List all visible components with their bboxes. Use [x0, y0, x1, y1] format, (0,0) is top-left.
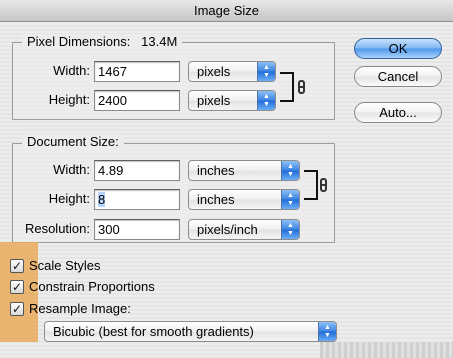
resample-method-value: Bicubic (best for smooth gradients) [53, 324, 254, 339]
pixel-width-unit-popup[interactable]: pixels ▲ ▼ [188, 61, 276, 82]
resolution-value: 300 [98, 222, 120, 237]
doc-width-unit: inches [197, 163, 235, 178]
doc-width-field[interactable]: 4.89 [94, 160, 180, 181]
document-size-title: Document Size: [22, 134, 124, 150]
background-window-edge [320, 342, 453, 358]
pixel-width-label: Width: [53, 63, 90, 78]
pixel-height-field[interactable]: 2400 [94, 90, 180, 111]
pixel-width-value: 1467 [98, 64, 127, 79]
chain-link-icon [320, 178, 327, 192]
constrain-proportions-label: Constrain Proportions [29, 279, 155, 294]
doc-width-value: 4.89 [98, 163, 124, 178]
auto-button[interactable]: Auto... [354, 102, 442, 123]
doc-width-unit-popup[interactable]: inches ▲ ▼ [188, 160, 300, 181]
auto-button-label: Auto... [379, 105, 417, 120]
updown-arrows-icon: ▲ ▼ [257, 62, 275, 81]
ok-button[interactable]: OK [354, 38, 442, 59]
resolution-field[interactable]: 300 [94, 219, 180, 240]
ok-button-label: OK [388, 41, 408, 56]
resample-method-popup[interactable]: Bicubic (best for smooth gradients) ▲ ▼ [44, 321, 337, 342]
doc-height-label: Height: [48, 191, 90, 206]
dialog-body: Pixel Dimensions: 13.4M Width: 1467 pixe… [0, 23, 453, 358]
updown-arrows-icon: ▲ ▼ [257, 91, 275, 110]
pixel-dimensions-label: Pixel Dimensions: [27, 34, 131, 49]
pixel-height-unit-popup[interactable]: pixels ▲ ▼ [188, 90, 276, 111]
updown-arrows-icon: ▲ ▼ [281, 220, 299, 239]
checkmark-icon: ✓ [11, 259, 23, 273]
pixel-constrain-bracket [280, 72, 294, 102]
scale-styles-label: Scale Styles [29, 258, 101, 273]
pixel-height-value: 2400 [98, 93, 127, 108]
resolution-unit-popup[interactable]: pixels/inch ▲ ▼ [188, 219, 300, 240]
chain-link-icon [298, 80, 305, 94]
updown-arrows-icon: ▲ ▼ [281, 161, 299, 180]
doc-height-unit: inches [197, 192, 235, 207]
checkmark-icon: ✓ [11, 280, 23, 294]
pixel-width-field[interactable]: 1467 [94, 61, 180, 82]
doc-height-value: 8 [98, 192, 106, 207]
resolution-unit: pixels/inch [197, 222, 258, 237]
updown-arrows-icon: ▲ ▼ [318, 322, 336, 341]
scale-styles-checkbox[interactable]: ✓ [10, 259, 24, 273]
window-title: Image Size [193, 3, 260, 18]
doc-constrain-bracket [304, 170, 318, 200]
resample-image-label: Resample Image: [29, 301, 131, 316]
pixel-dimensions-size: 13.4M [141, 34, 178, 49]
window-titlebar: Image Size [0, 0, 453, 22]
doc-height-field[interactable]: 8 [94, 189, 180, 210]
pixel-height-label: Height: [48, 92, 90, 107]
updown-arrows-icon: ▲ ▼ [281, 190, 299, 209]
cancel-button[interactable]: Cancel [354, 66, 442, 87]
resample-image-checkbox[interactable]: ✓ [10, 302, 24, 316]
doc-width-label: Width: [53, 162, 90, 177]
document-size-label: Document Size: [27, 134, 119, 149]
constrain-proportions-checkbox[interactable]: ✓ [10, 280, 24, 294]
pixel-width-unit: pixels [197, 64, 231, 79]
pixel-dimensions-title: Pixel Dimensions: 13.4M [22, 34, 183, 50]
pixel-height-unit: pixels [197, 93, 231, 108]
doc-height-unit-popup[interactable]: inches ▲ ▼ [188, 189, 300, 210]
resolution-label: Resolution: [24, 221, 90, 236]
checkmark-icon: ✓ [11, 302, 23, 316]
cancel-button-label: Cancel [377, 69, 419, 84]
